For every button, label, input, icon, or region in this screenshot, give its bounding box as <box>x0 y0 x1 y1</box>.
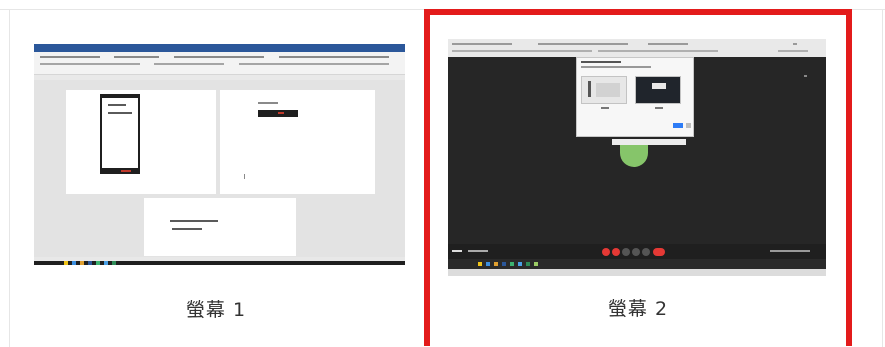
participant-avatar <box>620 145 648 167</box>
word-page <box>220 90 375 194</box>
screen-1-thumbnail <box>34 44 405 265</box>
word-document-canvas <box>34 80 405 257</box>
word-page <box>66 90 216 194</box>
dialog-confirm-button <box>673 123 683 128</box>
meeting-controls-bar <box>448 244 826 259</box>
dialog-option-screen <box>581 76 627 104</box>
meeting-stage <box>448 57 826 244</box>
dialog-cancel-button <box>686 123 691 128</box>
share-screen-dialog <box>576 57 694 137</box>
word-title-bar <box>34 44 405 52</box>
screen-2-option[interactable]: 螢幕 2 <box>424 9 852 346</box>
right-divider <box>882 9 883 347</box>
screen-1-label: 螢幕 1 <box>185 299 247 321</box>
word-ribbon <box>34 52 405 75</box>
phone-image <box>100 94 140 174</box>
screen-1-option[interactable]: 螢幕 1 <box>10 10 422 347</box>
word-page <box>144 198 296 256</box>
dialog-option-window <box>635 76 681 104</box>
screen-2-thumbnail <box>448 39 826 276</box>
browser-chrome <box>448 39 826 58</box>
windows-taskbar <box>448 259 826 269</box>
windows-taskbar <box>34 261 405 265</box>
screen-2-label: 螢幕 2 <box>607 298 669 320</box>
